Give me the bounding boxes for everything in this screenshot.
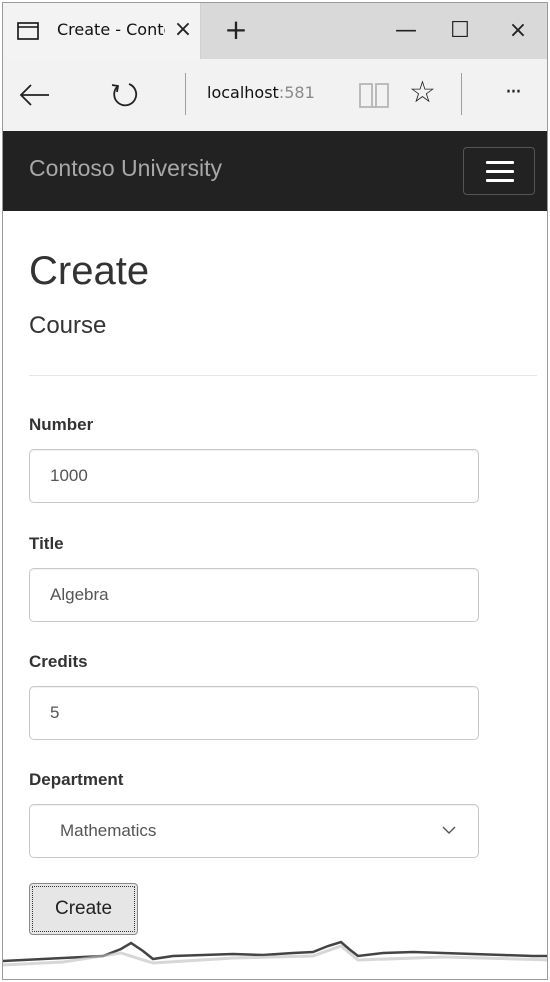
address-bar-row: localhost:581 ☆ ··· <box>3 59 547 131</box>
back-arrow-icon[interactable] <box>17 77 53 113</box>
reading-view-icon[interactable] <box>357 79 391 111</box>
number-label: Number <box>29 415 94 434</box>
toolbar-separator <box>461 73 462 115</box>
hamburger-bar <box>486 179 514 182</box>
refresh-icon[interactable] <box>107 77 143 113</box>
number-field[interactable]: 1000 <box>29 449 479 503</box>
browser-window: Create - Contoso University × + — ☐ × lo… <box>2 2 548 980</box>
credits-field[interactable]: 5 <box>29 686 479 740</box>
create-button[interactable]: Create <box>29 883 138 935</box>
chevron-down-icon <box>442 826 456 834</box>
address-input[interactable]: localhost:581 <box>207 83 337 107</box>
more-icon[interactable]: ··· <box>505 81 522 105</box>
hamburger-bar <box>486 161 514 164</box>
tab-title: Create - Contoso University <box>57 20 165 39</box>
close-tab-icon[interactable]: × <box>171 18 195 42</box>
hamburger-bar <box>486 170 514 173</box>
department-select[interactable]: Mathematics <box>29 804 479 858</box>
favorite-star-icon[interactable]: ☆ <box>409 75 436 111</box>
title-label: Title <box>29 534 64 553</box>
page-tab-icon <box>17 22 39 40</box>
divider <box>29 375 537 376</box>
maximize-icon[interactable]: ☐ <box>445 17 475 45</box>
department-selected-value: Mathematics <box>60 821 157 840</box>
browser-tab[interactable]: Create - Contoso University × <box>3 3 201 59</box>
tab-strip: Create - Contoso University × + — ☐ × <box>3 3 547 59</box>
url-port: :581 <box>278 83 315 102</box>
minimize-icon[interactable]: — <box>391 17 421 45</box>
brand-link[interactable]: Contoso University <box>29 155 222 182</box>
department-label: Department <box>29 770 124 789</box>
site-navbar: Contoso University <box>3 131 547 211</box>
credits-label: Credits <box>29 652 88 671</box>
url-host: localhost <box>207 83 279 102</box>
title-field[interactable]: Algebra <box>29 568 479 622</box>
address-separator <box>185 73 186 115</box>
torn-edge-decoration <box>3 940 547 979</box>
new-tab-icon[interactable]: + <box>221 15 251 45</box>
menu-toggle-button[interactable] <box>463 147 535 195</box>
page-title: Create <box>29 249 150 293</box>
page-subtitle: Course <box>29 312 107 339</box>
close-window-icon[interactable]: × <box>503 17 533 45</box>
